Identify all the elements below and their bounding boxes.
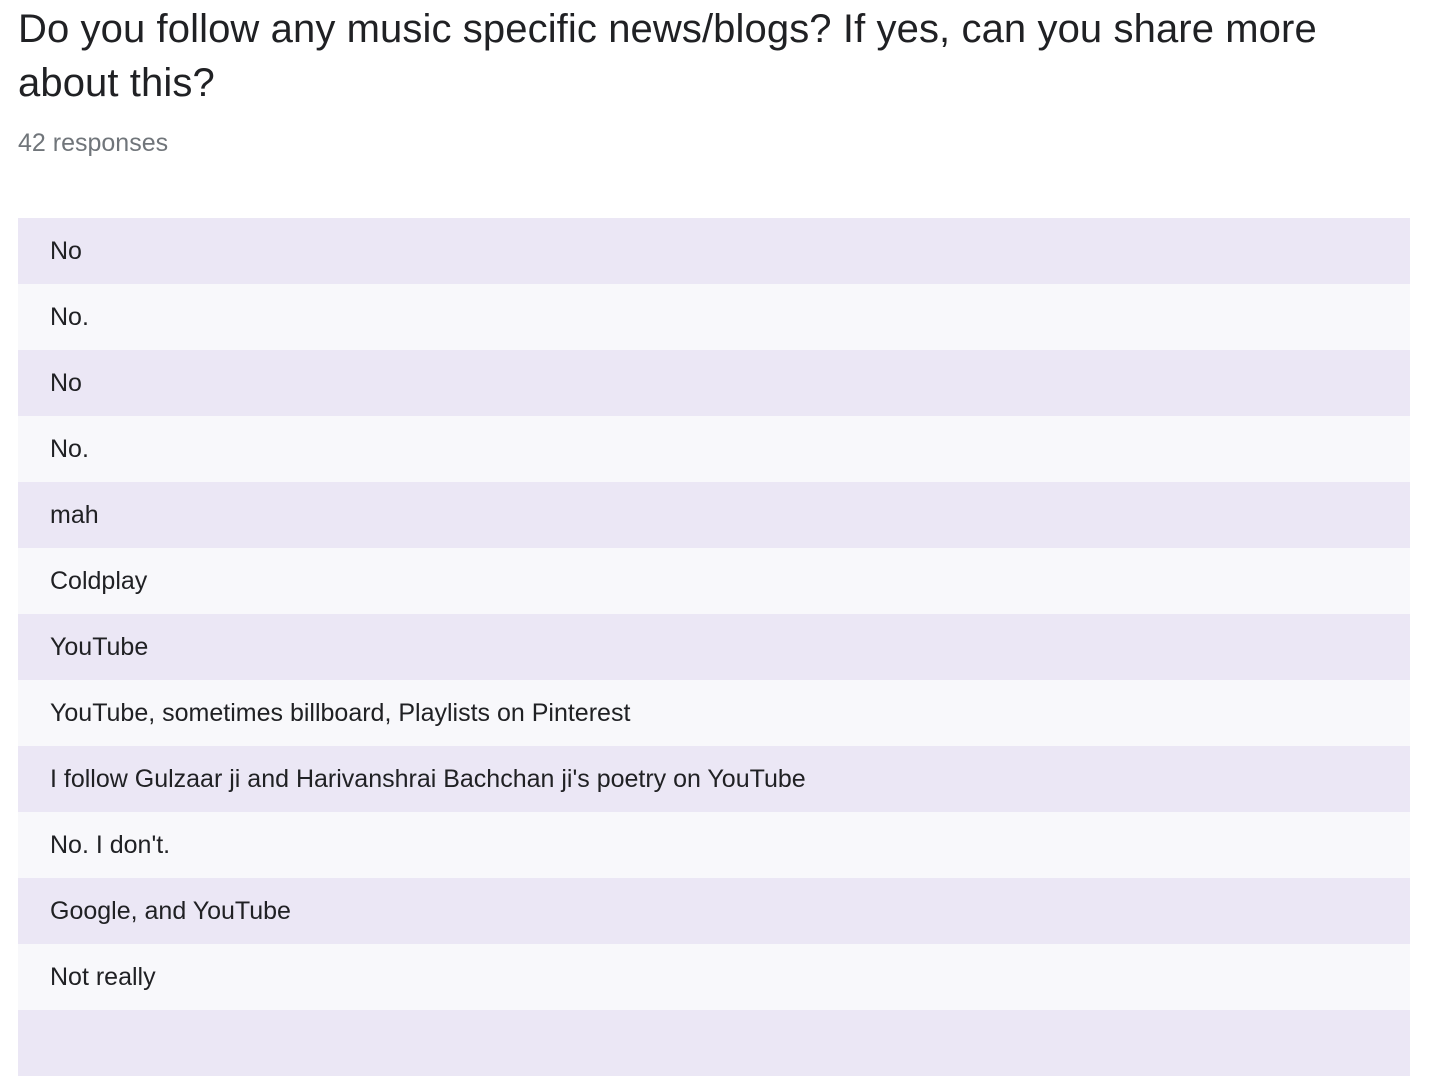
response-item: I follow Gulzaar ji and Harivanshrai Bac…	[18, 746, 1410, 812]
response-item: No.	[18, 284, 1410, 350]
response-item: No.	[18, 416, 1410, 482]
response-item: Google, and YouTube	[18, 878, 1410, 944]
response-item: Not really	[18, 944, 1410, 1010]
response-item: Coldplay	[18, 548, 1410, 614]
response-item	[18, 1010, 1410, 1076]
response-item: No. I don't.	[18, 812, 1410, 878]
response-count: 42 responses	[18, 129, 169, 157]
response-item: No	[18, 350, 1410, 416]
response-item: No	[18, 218, 1410, 284]
responses-list: No No. No No. mah Coldplay YouTube YouTu…	[18, 218, 1410, 1076]
response-item: YouTube, sometimes billboard, Playlists …	[18, 680, 1410, 746]
response-item: YouTube	[18, 614, 1410, 680]
question-card: Do you follow any music specific news/bl…	[18, 0, 1410, 1076]
response-item: mah	[18, 482, 1410, 548]
question-title: Do you follow any music specific news/bl…	[18, 7, 1317, 105]
